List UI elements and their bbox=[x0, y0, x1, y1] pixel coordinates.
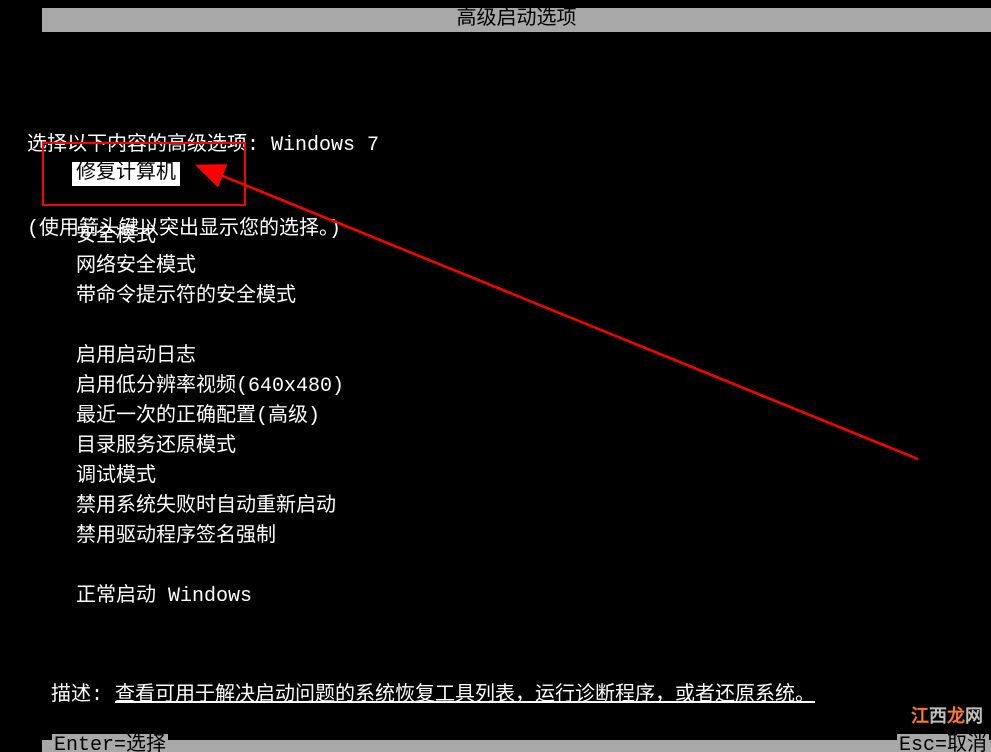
footer-esc: Esc=取消 bbox=[897, 734, 989, 752]
menu-item-debug[interactable]: 调试模式 bbox=[76, 462, 344, 492]
menu-item-safe-mode-cmd[interactable]: 带命令提示符的安全模式 bbox=[76, 282, 344, 312]
title-text: 高级启动选项 bbox=[457, 8, 577, 31]
watermark: 江西龙网 bbox=[911, 702, 983, 728]
boot-menu: 安全模式 网络安全模式 带命令提示符的安全模式 启用启动日志 启用低分辨率视频(… bbox=[76, 222, 344, 612]
instruction-line1: 选择以下内容的高级选项: Windows 7 bbox=[27, 132, 379, 160]
description: 描述: 查看可用于解决启动问题的系统恢复工具列表，运行诊断程序，或者还原系统。 bbox=[27, 654, 815, 707]
menu-item-ds-restore[interactable]: 目录服务还原模式 bbox=[76, 432, 344, 462]
menu-item-safe-mode[interactable]: 安全模式 bbox=[76, 222, 344, 252]
footer-bar bbox=[42, 740, 991, 752]
menu-item-disable-auto-restart[interactable]: 禁用系统失败时自动重新启动 bbox=[76, 492, 344, 522]
description-label: 描述: bbox=[51, 684, 103, 707]
footer-enter: Enter=选择 bbox=[52, 734, 168, 752]
menu-item-low-res[interactable]: 启用低分辨率视频(640x480) bbox=[76, 372, 344, 402]
menu-item-safe-mode-network[interactable]: 网络安全模式 bbox=[76, 252, 344, 282]
description-text: 查看可用于解决启动问题的系统恢复工具列表，运行诊断程序，或者还原系统。 bbox=[115, 684, 815, 707]
menu-item-label: 修复计算机 bbox=[76, 162, 176, 185]
title-bar: 高级启动选项 bbox=[42, 8, 991, 32]
menu-gap bbox=[76, 552, 344, 582]
menu-gap bbox=[76, 312, 344, 342]
menu-item-last-known-good[interactable]: 最近一次的正确配置(高级) bbox=[76, 402, 344, 432]
menu-item-repair-computer[interactable]: 修复计算机 bbox=[72, 162, 180, 186]
menu-item-boot-log[interactable]: 启用启动日志 bbox=[76, 342, 344, 372]
menu-item-normal-boot[interactable]: 正常启动 Windows bbox=[76, 582, 344, 612]
menu-item-disable-driver-sig[interactable]: 禁用驱动程序签名强制 bbox=[76, 522, 344, 552]
